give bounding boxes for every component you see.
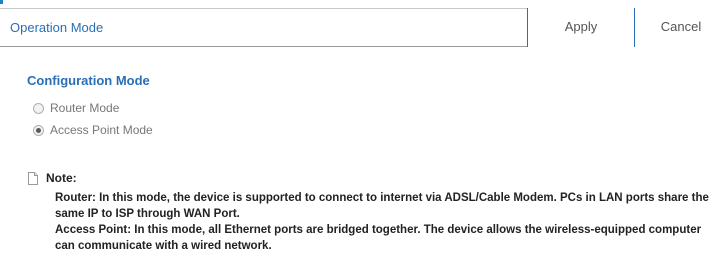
radio-checked-icon[interactable] <box>33 124 44 136</box>
configuration-mode-heading: Configuration Mode <box>27 73 150 88</box>
corner-accent <box>0 0 3 4</box>
router-note-text: Router: In this mode, the device is supp… <box>55 192 709 220</box>
access-point-note-text: Access Point: In this mode, all Ethernet… <box>55 224 702 252</box>
note-label: Note: <box>46 171 77 185</box>
document-icon <box>28 172 38 185</box>
radio-unchecked-icon[interactable] <box>33 102 44 114</box>
apply-button[interactable]: Apply <box>527 8 634 47</box>
router-mode-option[interactable]: Router Mode <box>33 100 119 116</box>
note-body: Router: In this mode, the device is supp… <box>55 190 720 254</box>
access-point-mode-label: Access Point Mode <box>50 123 153 137</box>
page-title: Operation Mode <box>10 20 104 35</box>
router-mode-label: Router Mode <box>50 101 120 115</box>
page-header: Operation Mode Apply Cancel <box>0 8 727 47</box>
cancel-button[interactable]: Cancel <box>634 8 727 47</box>
access-point-mode-option[interactable]: Access Point Mode <box>33 122 153 138</box>
top-bar <box>0 0 727 8</box>
